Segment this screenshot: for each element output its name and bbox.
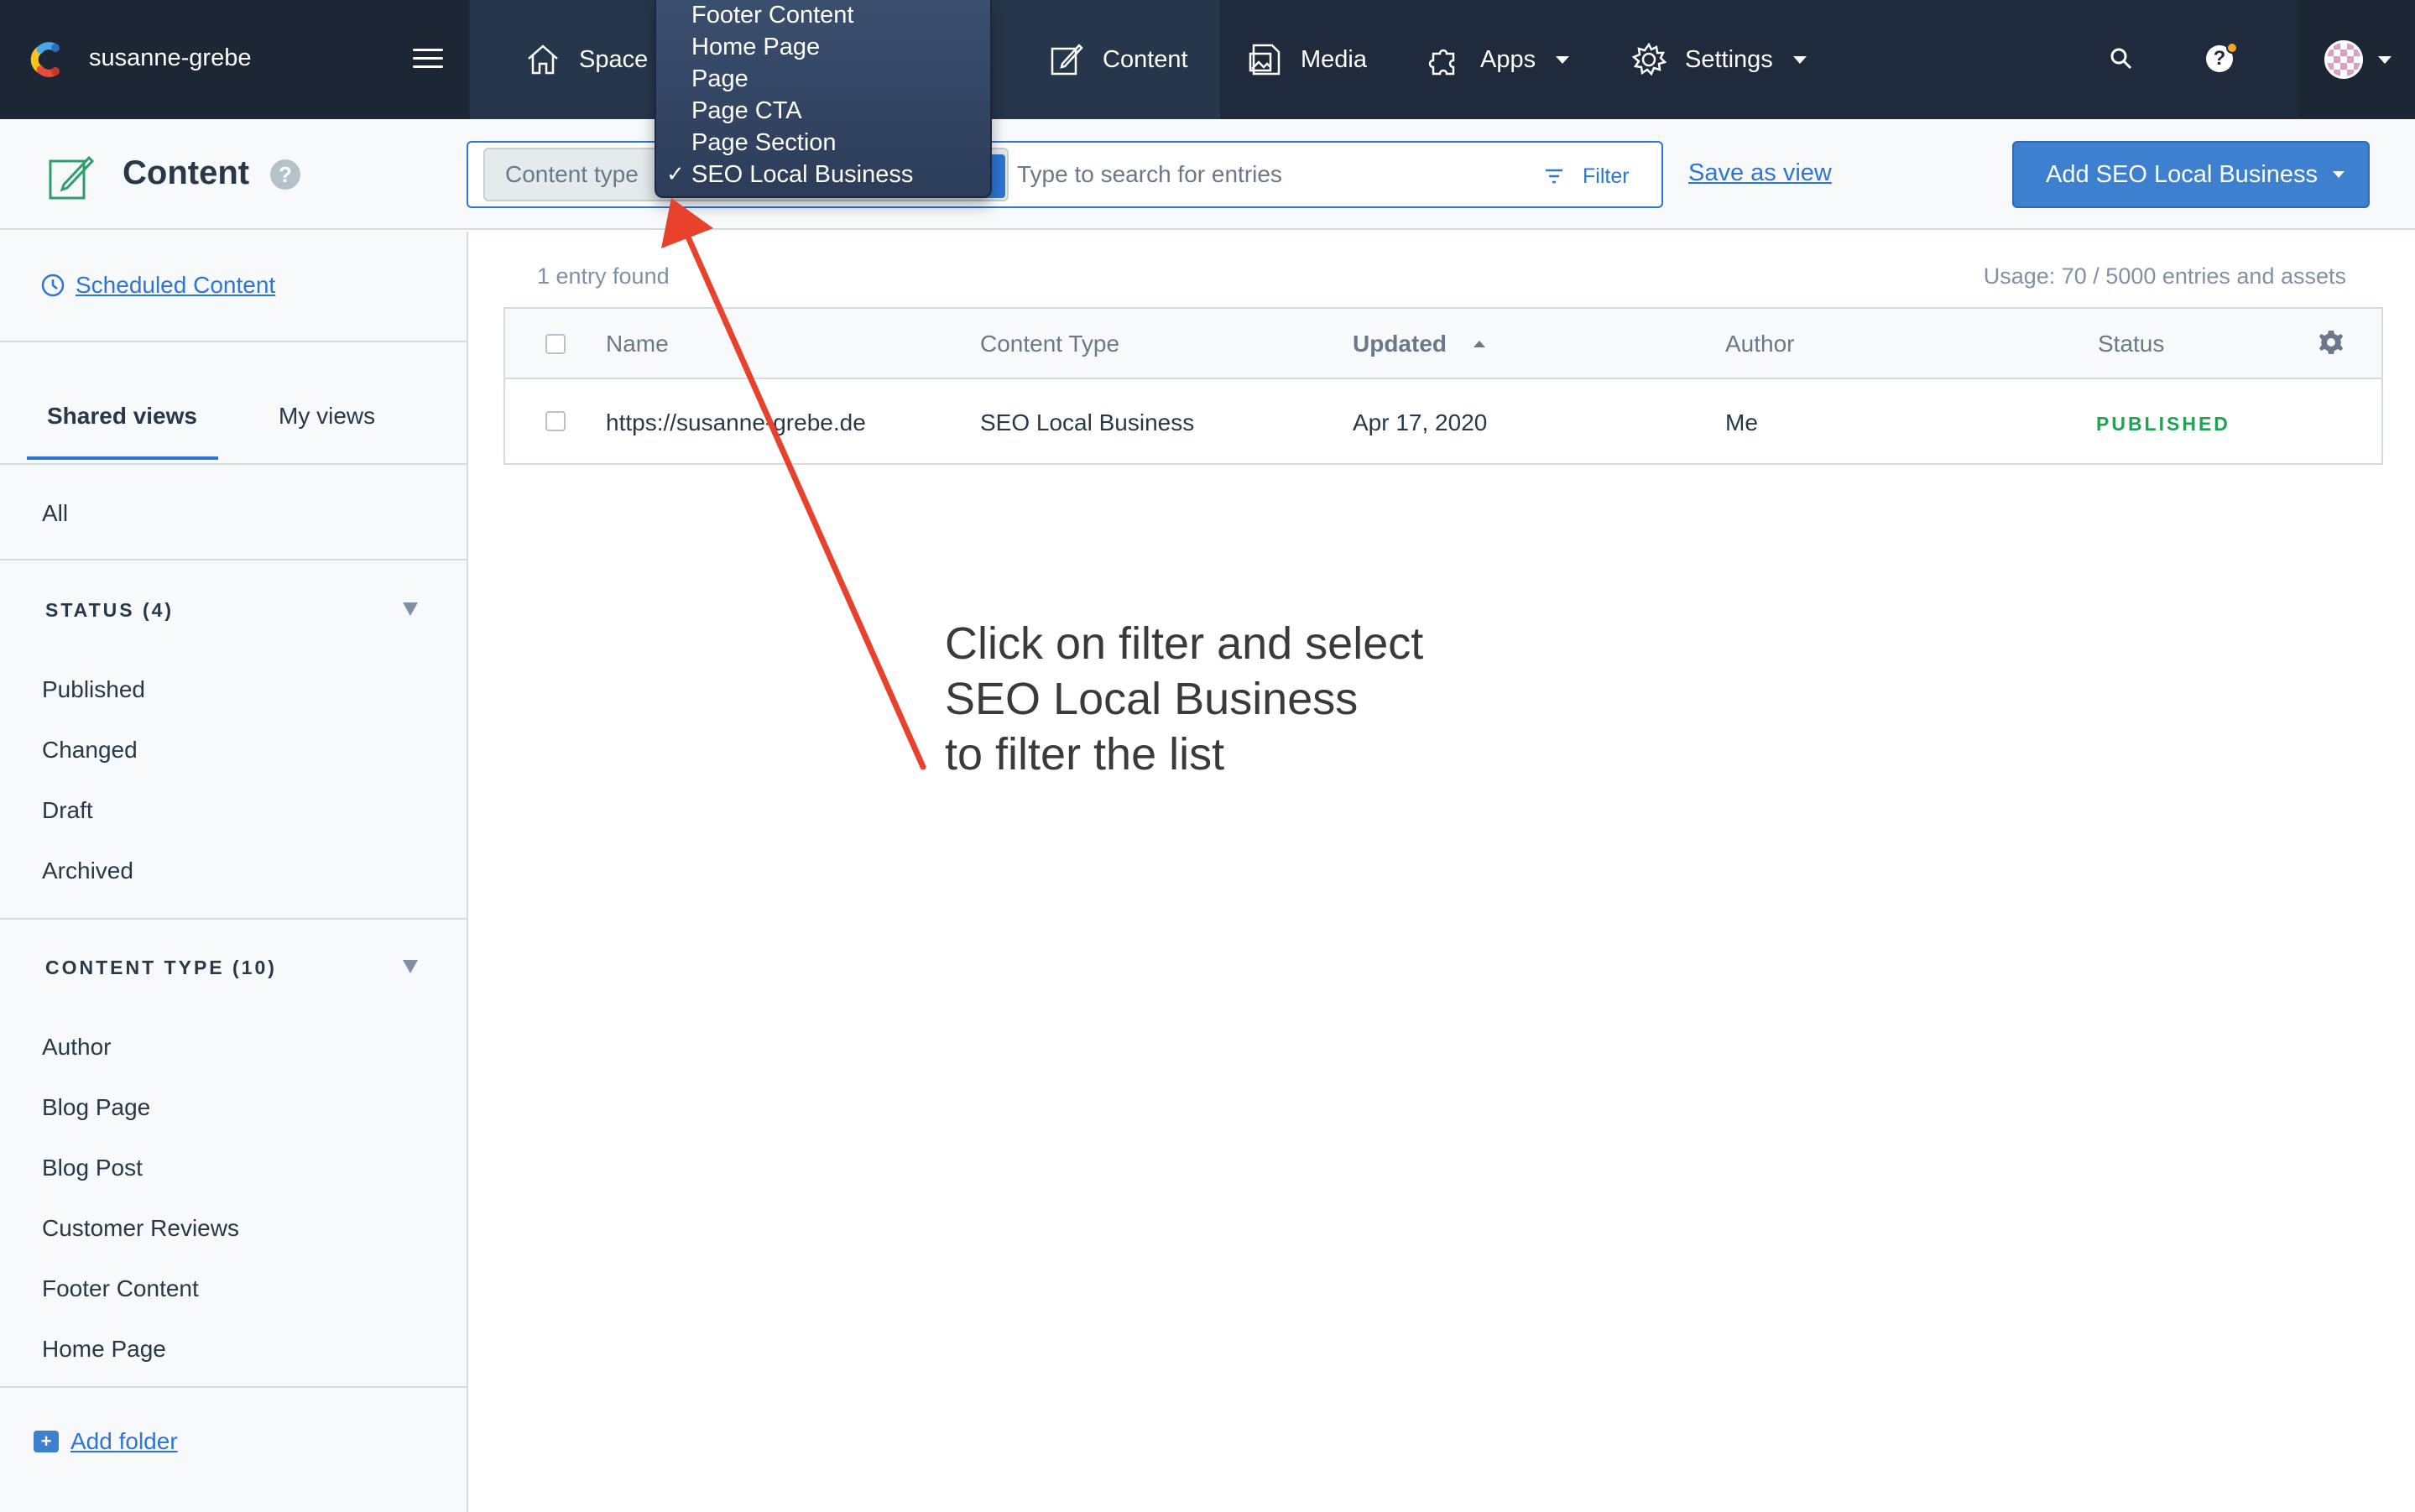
annotation-line: to filter the list (945, 729, 1225, 779)
dropdown-option-footer-content[interactable]: Footer Content (691, 2, 853, 29)
tab-shared-views[interactable]: Shared views (47, 403, 197, 430)
column-updated[interactable]: Updated (1353, 331, 1447, 357)
nav-settings-label: Settings (1685, 45, 1773, 73)
gear-icon (1631, 42, 1667, 76)
dropdown-option-seo-local-business[interactable]: SEO Local Business (691, 161, 913, 189)
add-entry-button[interactable]: Add SEO Local Business (2012, 141, 2370, 208)
content-type-section-heading: CONTENT TYPE (10) (45, 957, 277, 978)
divider (0, 559, 468, 560)
views-sidebar: Scheduled Content Shared views My views … (0, 232, 468, 1512)
content-page-icon (49, 155, 95, 200)
row-checkbox[interactable] (545, 411, 566, 431)
column-author[interactable]: Author (1725, 331, 1795, 357)
tab-my-views[interactable]: My views (279, 403, 375, 430)
puzzle-icon (1428, 49, 1455, 76)
column-settings-gear-icon[interactable] (2318, 329, 2345, 356)
add-folder-label: Add folder (70, 1428, 178, 1454)
content-type-dropdown: Footer Content Home Page Page Page CTA P… (655, 0, 992, 198)
clock-icon (41, 274, 65, 297)
space-switcher[interactable]: susanne-grebe (0, 0, 468, 119)
add-folder-link[interactable]: + Add folder (34, 1428, 178, 1455)
nav-media-label: Media (1301, 45, 1367, 73)
scheduled-content-link[interactable]: Scheduled Content (40, 272, 275, 299)
view-status-changed[interactable]: Changed (42, 737, 138, 764)
divider (0, 1386, 468, 1388)
column-content-type[interactable]: Content Type (980, 331, 1119, 357)
filter-label: Filter (1583, 164, 1630, 188)
divider (0, 341, 468, 342)
scheduled-content-label: Scheduled Content (76, 272, 276, 298)
notification-dot (2226, 42, 2238, 54)
hamburger-menu-icon[interactable] (413, 49, 443, 70)
column-status[interactable]: Status (2098, 331, 2164, 357)
divider (0, 918, 468, 920)
search-icon[interactable] (2108, 45, 2136, 74)
view-ct-author[interactable]: Author (42, 1034, 112, 1061)
view-all[interactable]: All (42, 500, 68, 527)
annotation-line: Click on filter and select (945, 618, 1424, 669)
chevron-down-icon (2333, 171, 2345, 178)
nav-settings[interactable]: Settings (1631, 0, 1807, 119)
nav-space-label: Space (579, 45, 649, 73)
annotation-text: Click on filter and select SEO Local Bus… (945, 616, 1423, 782)
entry-name[interactable]: https://susanne-grebe.de (606, 409, 866, 436)
usage-info: Usage: 70 / 5000 entries and assets (1983, 263, 2346, 289)
entry-content-type: SEO Local Business (980, 409, 1195, 435)
sort-ascending-icon (1474, 341, 1485, 347)
chevron-down-icon (1556, 55, 1570, 64)
save-as-view-link[interactable]: Save as view (1688, 159, 1832, 187)
filter-icon (1546, 169, 1562, 184)
top-navigation: susanne-grebe Space Content Media Apps S… (0, 0, 2415, 119)
page-title: Content (123, 154, 250, 191)
dropdown-option-page[interactable]: Page (691, 65, 748, 93)
entries-table: Name Content Type Updated Author Status … (503, 307, 2383, 465)
checkmark-icon: ✓ (666, 161, 685, 186)
view-ct-home-page[interactable]: Home Page (42, 1336, 166, 1363)
help-icon[interactable]: ? (2206, 42, 2240, 76)
entry-updated: Apr 17, 2020 (1353, 409, 1488, 435)
active-tab-indicator (27, 456, 218, 460)
view-status-archived[interactable]: Archived (42, 858, 133, 884)
folder-plus-icon: + (34, 1431, 59, 1452)
nav-apps[interactable]: Apps (1427, 0, 1570, 119)
column-name[interactable]: Name (606, 331, 669, 357)
collapse-triangle-icon[interactable] (403, 602, 418, 616)
dropdown-option-home-page[interactable]: Home Page (691, 34, 820, 61)
view-status-published[interactable]: Published (42, 676, 145, 703)
annotation-line: SEO Local Business (945, 674, 1359, 724)
content-type-label: Content type (505, 161, 639, 187)
status-badge: PUBLISHED (2096, 413, 2230, 435)
chevron-down-icon (2378, 56, 2392, 64)
select-all-checkbox[interactable] (545, 334, 566, 354)
nav-content[interactable]: Content (1020, 0, 1220, 119)
view-ct-blog-page[interactable]: Blog Page (42, 1094, 150, 1121)
table-header: Name Content Type Updated Author Status (505, 309, 2381, 379)
contentful-logo-icon (30, 42, 60, 77)
entry-count: 1 entry found (537, 263, 670, 289)
filter-button[interactable]: Filter (1544, 159, 1630, 193)
view-status-draft[interactable]: Draft (42, 797, 93, 824)
collapse-triangle-icon[interactable] (403, 960, 418, 973)
dropdown-option-page-cta[interactable]: Page CTA (691, 97, 802, 125)
view-ct-customer-reviews[interactable]: Customer Reviews (42, 1215, 239, 1242)
edit-icon (1051, 44, 1083, 76)
dropdown-option-page-section[interactable]: Page Section (691, 129, 837, 157)
nav-content-label: Content (1103, 45, 1188, 73)
divider (0, 463, 468, 465)
nav-apps-label: Apps (1480, 45, 1536, 73)
media-icon (1249, 44, 1281, 76)
help-icon[interactable]: ? (270, 159, 300, 190)
view-ct-blog-post[interactable]: Blog Post (42, 1155, 143, 1181)
search-input[interactable] (1017, 156, 1487, 193)
space-name: susanne-grebe (89, 44, 252, 71)
avatar (2324, 40, 2363, 79)
entry-author: Me (1725, 409, 1758, 435)
nav-media[interactable]: Media (1247, 0, 1367, 119)
view-ct-footer-content[interactable]: Footer Content (42, 1275, 199, 1302)
status-section-heading: STATUS (4) (45, 599, 175, 621)
account-menu[interactable] (2299, 0, 2415, 119)
home-icon (528, 44, 558, 75)
chevron-down-icon (1792, 55, 1807, 64)
add-entry-label: Add SEO Local Business (2046, 160, 2319, 188)
